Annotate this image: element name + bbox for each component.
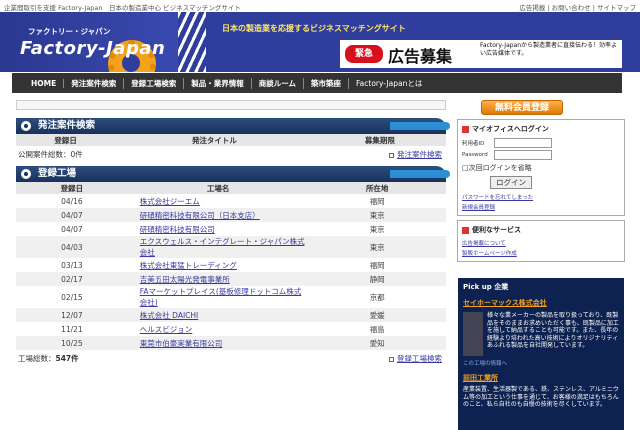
homepage-link[interactable]: 製販ホームページ作成 (462, 251, 517, 257)
factories-footer: 工場総数：547件 登録工場検索 (16, 350, 446, 364)
ad-title: 広告募集 (388, 47, 453, 66)
pickup-image (463, 312, 483, 356)
nav-meeting-room[interactable]: 商談ルーム (252, 77, 305, 89)
new-register-link[interactable]: 新規会員登録 (462, 205, 495, 211)
orders-count: 公開案件総数：0件 (18, 150, 83, 159)
gear-icon (21, 121, 31, 131)
login-icon (462, 125, 469, 133)
nav-product-info[interactable]: 製品・業界情報 (184, 77, 252, 89)
ad-info-link[interactable]: 広告掲載について (462, 241, 506, 247)
free-register-button[interactable]: 無料会員登録 (481, 100, 563, 115)
table-row: 02/15 FAマーケットプレイス(基板修理ドットコム株式会社) 京都 (61, 287, 385, 307)
logo-title: Factory-Japan (20, 38, 166, 59)
logo[interactable]: ファクトリー・ジャパン Factory-Japan (0, 12, 180, 72)
factories-table: 登録日 工場名 所在地 04/16 株式会社ジーエム 福岡 04/07 研碩精密科技有… (16, 182, 446, 350)
factories-count-label: 工場総数： (18, 354, 56, 363)
nav-factory-search[interactable]: 登録工場検索 (124, 77, 185, 89)
factory-link[interactable]: 研碩精密科技有限公司（日本支店） (140, 211, 260, 220)
pickup-text2: 産業装置、生活器製である、鉄、ステンレス、アルミニウム等の加工という仕事を通じて… (463, 386, 619, 408)
col-date: 登録日 (16, 134, 116, 146)
nav-lecture[interactable]: 築市築座 (304, 77, 350, 89)
pickup-text: 様々な業メーカーの製品を取り扱っており、既製品をそのままお求めいただく事も、既製… (487, 312, 619, 349)
col-title: 発注タイトル (115, 134, 314, 146)
info-bar (16, 100, 446, 110)
pickup-title: Pick up 企業 (463, 283, 509, 291)
factory-link[interactable]: 研碩精密科技有限公司 (140, 225, 215, 234)
nav-about[interactable]: Factory-Japanとは (349, 78, 429, 89)
service-box: 便利なサービス 広告掲載について 製販ホームページ作成 (457, 220, 625, 262)
login-button[interactable]: ログイン (490, 176, 532, 189)
top-links[interactable]: 広告掲載 | お問い合わせ | サイトマップ (519, 2, 636, 12)
pickup-company2-link[interactable]: 前田工業所 (463, 373, 619, 383)
square-bullet-icon (389, 356, 394, 362)
pickup-info-link[interactable]: この工場の情報へ (463, 359, 619, 367)
factory-link[interactable]: 株式会社東猛トレーディング (140, 261, 237, 270)
factories-section-header: 登録工場 (16, 166, 450, 182)
table-row: 10/25 東莞市伯豪実業有限公司 愛知 (16, 336, 446, 350)
factory-link[interactable]: エクスウェルス・インテグレート・ジャパン株式会社 (140, 237, 305, 257)
table-row: 04/03 エクスウェルス・インテグレート・ジャパン株式会社 東京 (16, 236, 446, 258)
logo-subtitle: ファクトリー・ジャパン (28, 27, 111, 36)
id-label: 利用者ID (462, 141, 485, 147)
orders-footer: 公開案件総数：0件 発注案件検索 (16, 146, 446, 160)
factories-search-link[interactable]: 登録工場検索 (397, 354, 442, 363)
password-label: Password (462, 152, 488, 158)
top-strip: 企業間取引を支援 Factory-Japan 日本の製造業中心 ビジネスマッチン… (0, 0, 640, 12)
login-title: マイオフィスへログイン (472, 125, 549, 133)
site-tagline: 企業間取引を支援 Factory-Japan 日本の製造業中心 ビジネスマッチン… (4, 4, 241, 12)
factory-link[interactable]: ヘルスビジョン (140, 325, 193, 334)
service-title: 便利なサービス (472, 226, 521, 234)
factories-count: 547件 (55, 354, 79, 363)
orders-table: 登録日 発注タイトル 募集期限 (16, 134, 446, 146)
orders-section-header: 発注案件検索 (16, 118, 450, 134)
gear-icon (21, 169, 31, 179)
pickup-company-link[interactable]: セイホーマックス株式会社 (463, 298, 619, 308)
decorative-stripes (178, 12, 206, 72)
nav-order-search[interactable]: 発注案件検索 (64, 77, 125, 89)
table-row: 04/07 研碩精密科技有限公司（日本支店） 東京 (16, 208, 446, 222)
main-content: 発注案件検索 登録日 発注タイトル 募集期限 公開案件総数：0件 発注案件検索 … (16, 100, 450, 364)
sidebar: 無料会員登録 マイオフィスへログイン 利用者ID Password □次回ログイ… (457, 100, 625, 262)
col-date: 登録日 (16, 182, 128, 194)
table-row: 12/07 株式会社 DAICHI 愛媛 (16, 308, 446, 322)
table-row: 04/16 株式会社ジーエム 福岡 (61, 196, 385, 206)
forgot-password-link[interactable]: パスワードを忘れてしまった (462, 195, 533, 201)
urgent-badge: 緊急 (345, 45, 383, 63)
header-banner: ファクトリー・ジャパン Factory-Japan 日本の製造業を応援するビジネ… (0, 12, 640, 72)
ad-banner[interactable]: 緊急 広告募集 Factory-Japanから製造業者に直接伝わる！効率よい広告… (340, 40, 622, 68)
col-factory-name: 工場名 (127, 182, 309, 194)
orders-search-link[interactable]: 発注案件検索 (397, 150, 442, 159)
table-row: 03/13 株式会社東猛トレーディング 福岡 (61, 260, 385, 270)
header-tagline: 日本の製造業を応援するビジネスマッチングサイト (222, 24, 406, 33)
password-input[interactable] (494, 150, 552, 160)
orders-title: 発注案件検索 (38, 120, 96, 131)
factory-link[interactable]: 吉美五田太陽光発電事業所 (140, 275, 230, 284)
factory-link[interactable]: 東莞市伯豪実業有限公司 (140, 339, 223, 348)
ad-description: Factory-Japanから製造業者に直接伝わる！効率よい広告媒体です。 (480, 42, 618, 57)
col-deadline: 募集期限 (313, 134, 446, 146)
factory-link[interactable]: 株式会社ジーエム (140, 197, 200, 206)
user-id-input[interactable] (494, 138, 552, 148)
table-row: 04/07 研碩精密科技有限公司 東京 (61, 224, 385, 234)
square-bullet-icon (389, 152, 394, 158)
factories-title: 登録工場 (38, 168, 77, 179)
table-row: 02/17 吉美五田太陽光発電事業所 静岡 (16, 272, 446, 286)
table-row: 11/21 ヘルスビジョン 福島 (61, 324, 385, 334)
login-box: マイオフィスへログイン 利用者ID Password □次回ログインを省略 ログ… (457, 119, 625, 216)
col-location: 所在地 (308, 182, 446, 194)
pickup-box: Pick up 企業 セイホーマックス株式会社 様々な業メーカーの製品を取り扱っ… (458, 278, 624, 430)
service-icon (462, 226, 469, 234)
nav-home[interactable]: HOME (24, 78, 65, 88)
main-nav: HOME 発注案件検索 登録工場検索 製品・業界情報 商談ルーム 築市築座 Fa… (12, 73, 622, 93)
factory-link[interactable]: 株式会社 DAICHI (140, 311, 198, 320)
remember-checkbox[interactable]: □ (462, 164, 469, 172)
factory-link[interactable]: FAマーケットプレイス(基板修理ドットコム株式会社) (140, 287, 301, 307)
remember-label: 次回ログインを省略 (468, 164, 532, 172)
